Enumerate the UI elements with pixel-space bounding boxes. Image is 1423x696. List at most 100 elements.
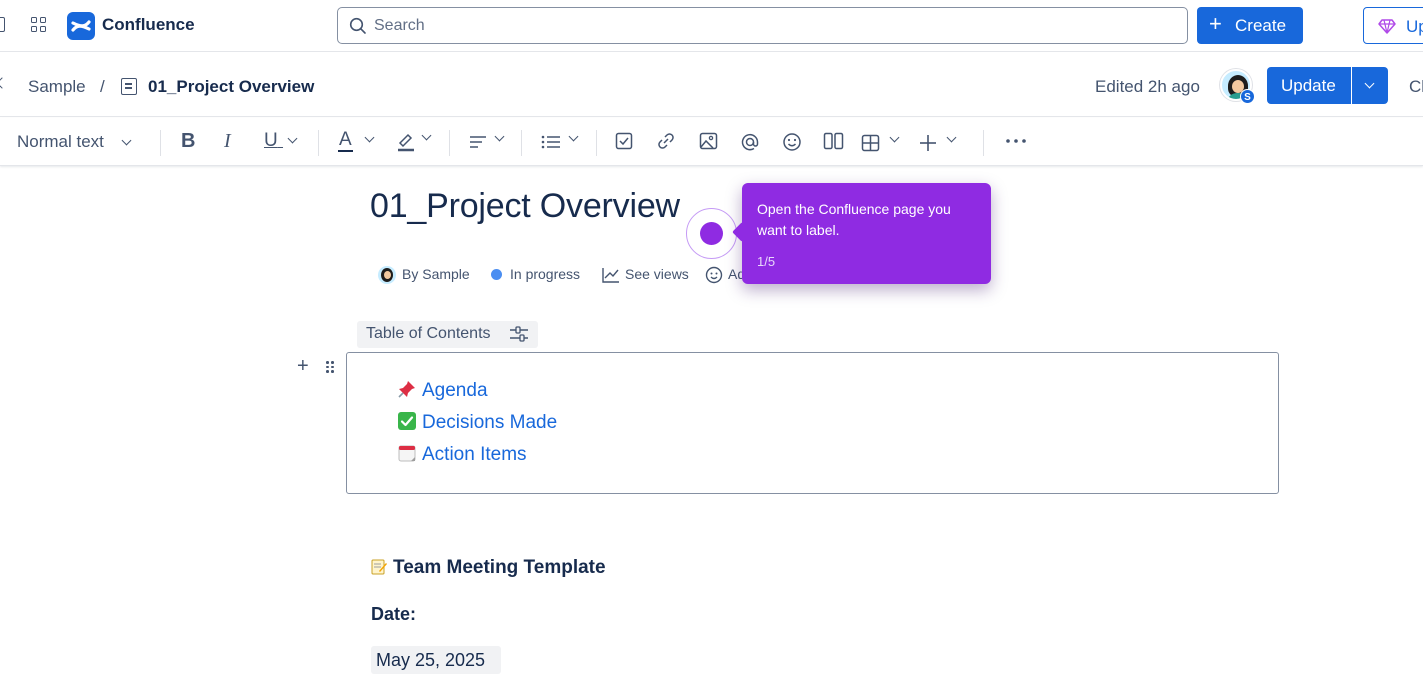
plus-icon	[920, 134, 936, 151]
memo-icon	[371, 558, 387, 575]
underline-button[interactable]: U	[264, 130, 298, 158]
chevron-down-icon	[287, 133, 298, 144]
text-color-button[interactable]: A	[338, 129, 375, 157]
check-mark-button-icon	[398, 412, 416, 430]
insert-elements-button[interactable]	[919, 132, 957, 160]
emoji-reaction-icon[interactable]	[705, 265, 724, 284]
settings-sliders-icon[interactable]	[509, 325, 529, 343]
sidebar-toggle-icon[interactable]	[0, 17, 5, 32]
italic-label: I	[224, 130, 231, 152]
update-button-label: Update	[1281, 76, 1336, 95]
create-button[interactable]: + Create	[1197, 7, 1303, 44]
toc-item-decisions[interactable]: Decisions Made	[398, 412, 557, 434]
page-status[interactable]: In progress	[510, 266, 580, 282]
toc-item-label: Agenda	[422, 380, 488, 401]
create-button-label: Create	[1235, 16, 1287, 35]
layouts-button[interactable]	[823, 132, 844, 160]
chevron-down-icon	[421, 131, 432, 141]
trend-chart-icon	[602, 268, 619, 283]
at-sign-icon	[741, 133, 759, 151]
guide-hotspot[interactable]	[700, 222, 723, 245]
underline-label: U	[264, 130, 278, 151]
table-icon	[861, 134, 880, 151]
avatar-initial-badge: S	[1240, 89, 1255, 104]
app-brand-name[interactable]: Confluence	[102, 15, 195, 35]
update-button[interactable]: Update	[1267, 67, 1351, 104]
breadcrumb-separator: /	[100, 77, 105, 96]
chevron-down-icon	[494, 131, 505, 142]
close-button[interactable]: Close	[1409, 77, 1423, 97]
mention-button[interactable]	[740, 132, 760, 160]
upgrade-button-label: Upgrade	[1406, 17, 1423, 36]
upgrade-button[interactable]: Upgrade	[1363, 7, 1423, 44]
app-switcher-icon[interactable]	[31, 17, 47, 33]
editor-toolbar: Normal text B I U A	[0, 118, 1423, 166]
section-heading-text: Team Meeting Template	[393, 557, 606, 578]
chevron-down-icon	[121, 135, 132, 146]
update-options-button[interactable]	[1352, 67, 1388, 104]
toc-item-agenda[interactable]: Agenda	[398, 380, 488, 402]
chevron-down-icon	[1364, 78, 1375, 89]
bold-label: B	[181, 130, 196, 152]
columns-icon	[823, 132, 844, 150]
date-label: Date:	[371, 604, 417, 624]
status-dot-icon	[491, 269, 502, 280]
more-horizontal-icon	[1006, 139, 1026, 143]
text-color-label: A	[338, 129, 353, 152]
task-list-button[interactable]	[615, 132, 633, 160]
last-edited-status[interactable]: Edited 2h ago	[1095, 77, 1200, 97]
bullet-list-icon	[541, 135, 560, 148]
guide-tooltip: Open the Confluence page you want to lab…	[742, 183, 991, 284]
breadcrumb-space-link[interactable]: Sample	[28, 77, 86, 97]
top-navigation: Confluence Search + Create Upgrade	[0, 0, 1423, 52]
text-style-dropdown[interactable]: Normal text	[17, 132, 132, 160]
search-icon	[349, 17, 366, 34]
chevron-down-icon	[568, 131, 579, 142]
date-lozenge[interactable]: May 25, 2025	[371, 646, 501, 674]
breadcrumb-current-page[interactable]: 01_Project Overview	[148, 77, 314, 97]
table-of-contents: Agenda Decisions Made Action Items	[346, 352, 1279, 494]
search-input[interactable]: Search	[337, 7, 1188, 44]
highlight-button[interactable]	[396, 130, 432, 158]
toc-item-action-items[interactable]: Action Items	[398, 444, 527, 466]
confluence-logo-icon[interactable]	[67, 12, 95, 40]
image-button[interactable]	[699, 132, 718, 160]
emoji-button[interactable]	[782, 132, 802, 160]
see-views-link[interactable]: See views	[625, 266, 689, 282]
page-header: Sample / 01_Project Overview Edited 2h a…	[0, 53, 1423, 117]
page-title[interactable]: 01_Project Overview	[370, 187, 680, 226]
alignment-button[interactable]	[469, 131, 505, 159]
add-reaction-link[interactable]: Add	[728, 266, 742, 282]
add-block-icon[interactable]: +	[297, 355, 309, 378]
bullet-list-button[interactable]	[541, 131, 579, 159]
author-avatar	[378, 266, 396, 284]
page-icon	[121, 78, 137, 95]
section-heading[interactable]: Team Meeting Template	[371, 557, 606, 579]
link-icon	[658, 133, 674, 149]
checkbox-icon	[615, 132, 633, 150]
date-value: May 25, 2025	[376, 650, 486, 670]
bold-button[interactable]: B	[181, 130, 195, 158]
toc-label: Table of Contents	[366, 325, 491, 342]
drag-handle-icon[interactable]	[326, 361, 334, 373]
italic-button[interactable]: I	[224, 130, 231, 158]
table-button[interactable]	[861, 132, 900, 160]
toc-macro-label[interactable]: Table of Contents	[357, 321, 538, 348]
link-button[interactable]	[656, 132, 676, 160]
image-icon	[699, 132, 718, 150]
align-left-icon	[470, 135, 486, 148]
pushpin-icon	[398, 380, 416, 398]
chevron-down-icon	[946, 132, 957, 143]
emoji-icon	[783, 133, 801, 151]
guide-step-counter: 1/5	[757, 254, 776, 269]
chevron-down-icon	[889, 132, 900, 143]
text-style-label: Normal text	[17, 132, 104, 151]
breadcrumb-expand-icon[interactable]	[0, 77, 8, 89]
search-placeholder: Search	[374, 17, 425, 34]
page-author[interactable]: By Sample	[402, 266, 470, 282]
more-options-button[interactable]	[1005, 131, 1027, 159]
chevron-down-icon	[364, 132, 375, 143]
toc-item-label: Decisions Made	[422, 412, 558, 433]
guide-message: Open the Confluence page you want to lab…	[757, 201, 951, 238]
gem-icon	[1378, 19, 1396, 34]
